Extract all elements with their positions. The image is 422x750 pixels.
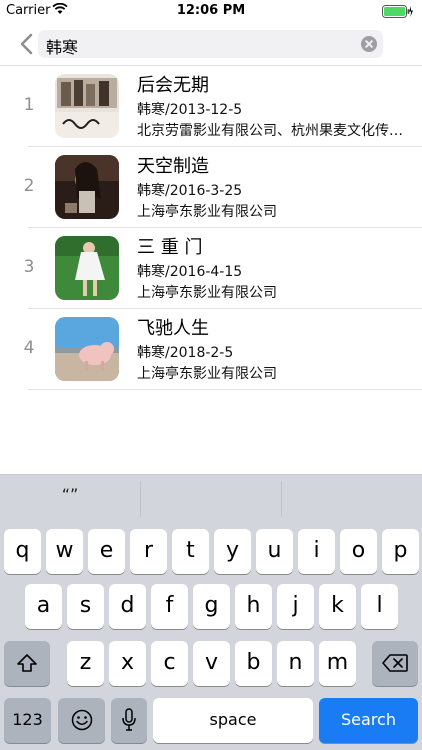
search-key[interactable]: Search [319,698,418,743]
search-header: 韩寒 [0,22,422,66]
key-d[interactable]: d [109,584,146,629]
emoji-icon [71,709,92,731]
result-meta: 韩寒/2018-2-5 [137,345,234,361]
shift-icon [17,654,37,672]
numbers-key[interactable]: 123 [4,698,51,743]
key-m[interactable]: m [319,641,356,686]
poster-image [55,236,119,300]
result-index: 4 [23,338,35,358]
dictation-key[interactable] [111,698,147,743]
keyboard: “” q w e r t y u i o p a s d f g h j k l… [0,474,422,750]
emoji-key[interactable] [58,698,105,743]
key-v[interactable]: v [193,641,230,686]
result-meta: 韩寒/2016-4-15 [137,264,243,280]
key-p[interactable]: p [382,529,419,574]
suggestion-1[interactable]: “” [0,475,140,523]
key-u[interactable]: u [256,529,293,574]
key-x[interactable]: x [109,641,146,686]
result-company: 上海亭东影业有限公司 [137,204,277,220]
status-bar: Carrier 12:06 PM [0,0,422,22]
key-n[interactable]: n [277,641,314,686]
backspace-icon [382,654,408,672]
space-key[interactable]: space [153,698,313,743]
result-title: 飞驰人生 [137,318,209,339]
result-title: 后会无期 [137,75,209,96]
result-company: 北京劳雷影业有限公司、杭州果麦文化传媒股份有限公司 [137,123,415,139]
result-title: 天空制造 [137,156,209,177]
result-company: 上海亭东影业有限公司 [137,285,277,301]
key-s[interactable]: s [67,584,104,629]
key-y[interactable]: y [214,529,251,574]
result-list: 1 后会无期 韩寒/2013-12-5 北京劳雷影业有限公司、杭州果麦文化传媒股… [0,66,422,390]
result-title: 三 重 门 [137,237,203,258]
search-query-text: 韩寒 [46,38,79,57]
key-b[interactable]: b [235,641,272,686]
list-item[interactable]: 3 三 重 门 韩寒/2016-4-15 上海亭东影业有限公司 [0,228,422,309]
suggestion-bar: “” [0,474,422,522]
result-index: 3 [23,257,35,277]
key-k[interactable]: k [319,584,356,629]
key-c[interactable]: c [151,641,188,686]
key-j[interactable]: j [277,584,314,629]
list-item[interactable]: 1 后会无期 韩寒/2013-12-5 北京劳雷影业有限公司、杭州果麦文化传媒股… [0,66,422,147]
microphone-icon [122,708,136,731]
key-q[interactable]: q [4,529,41,574]
poster-image [55,317,119,381]
poster-image [55,155,119,219]
clock: 12:06 PM [176,3,246,18]
row-divider [28,389,422,390]
poster-image [55,74,119,138]
result-index: 1 [23,95,35,115]
suggestion-2[interactable] [141,475,281,523]
key-r[interactable]: r [130,529,167,574]
back-chevron-icon[interactable] [14,30,40,58]
battery-icon [382,5,414,22]
key-e[interactable]: e [88,529,125,574]
key-t[interactable]: t [172,529,209,574]
key-g[interactable]: g [193,584,230,629]
clear-icon[interactable] [361,36,377,52]
search-input[interactable]: 韩寒 [38,30,383,58]
key-l[interactable]: l [361,584,398,629]
suggestion-3[interactable] [282,475,422,523]
result-index: 2 [23,176,35,196]
key-f[interactable]: f [151,584,188,629]
delete-key[interactable] [372,641,418,686]
key-z[interactable]: z [67,641,104,686]
key-h[interactable]: h [235,584,272,629]
key-o[interactable]: o [340,529,377,574]
result-company: 上海亭东影业有限公司 [137,366,277,382]
key-a[interactable]: a [25,584,62,629]
result-meta: 韩寒/2016-3-25 [137,183,243,199]
list-item[interactable]: 4 飞驰人生 韩寒/2018-2-5 上海亭东影业有限公司 [0,309,422,390]
key-i[interactable]: i [298,529,335,574]
shift-key[interactable] [4,641,50,686]
key-w[interactable]: w [46,529,83,574]
result-meta: 韩寒/2013-12-5 [137,102,243,118]
list-item[interactable]: 2 天空制造 韩寒/2016-3-25 上海亭东影业有限公司 [0,147,422,228]
